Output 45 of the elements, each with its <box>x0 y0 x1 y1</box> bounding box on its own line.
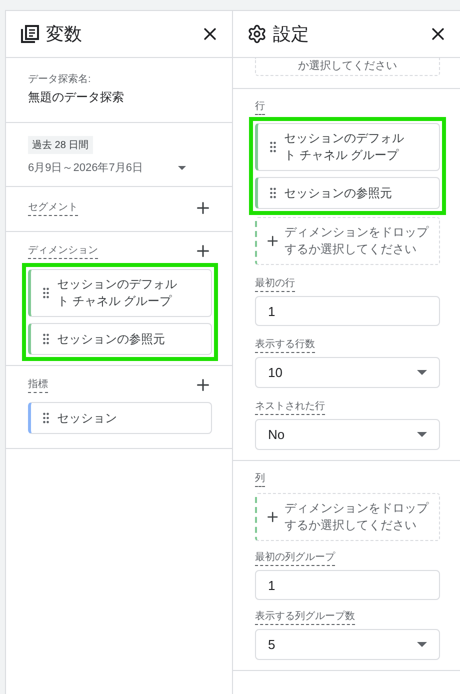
chip-label: セッション <box>57 410 118 426</box>
dropdown-caret-icon <box>417 370 427 375</box>
add-icon[interactable] <box>194 376 212 394</box>
dropdown-select[interactable]: 5 <box>255 629 440 660</box>
exploration-name: 無題のデータ探索 <box>28 89 125 106</box>
field-label: データ探索名: <box>28 72 92 86</box>
settings-icon <box>247 24 267 44</box>
date-range-picker[interactable]: 6月9日～2026年7月6日 <box>28 160 186 175</box>
dimension-chip[interactable]: セッションの参照元 <box>255 177 440 209</box>
add-icon[interactable] <box>194 242 212 260</box>
section-label: 指標 <box>28 377 48 393</box>
plus-icon <box>265 509 280 525</box>
field-label: 表示する列グループ数 <box>255 609 355 625</box>
chip-label: セッションのデフォルト チャネル グループ <box>57 276 178 310</box>
plus-icon <box>265 233 280 249</box>
dimension-drop-zone[interactable]: か選択してください <box>255 58 440 76</box>
panel-title: 設定 <box>273 23 310 46</box>
dimension-chip[interactable]: セッションのデフォルト チャネル グループ <box>255 123 440 171</box>
section-label: 行 <box>255 99 265 115</box>
field-label: 最初の行 <box>255 276 295 292</box>
dimension-chip[interactable]: セッションのデフォルト チャネル グループ <box>28 269 212 317</box>
dimension-drop-zone[interactable]: ディメンションをドロップするか選択してください <box>255 217 440 265</box>
date-preset-label: 過去 28 日間 <box>28 136 93 154</box>
panel-title: 変数 <box>46 23 83 46</box>
section-label: 列 <box>255 471 265 487</box>
field-label: 最初の列グループ <box>255 550 335 566</box>
dimension-chip[interactable]: セッションの参照元 <box>28 323 212 355</box>
dropdown-caret-icon <box>178 166 186 170</box>
document-icon <box>20 24 40 44</box>
field-label: 表示する行数 <box>255 337 315 353</box>
chip-label: セッションの参照元 <box>57 330 166 348</box>
dropdown-caret-icon <box>417 642 427 647</box>
chip-label: セッションの参照元 <box>284 184 393 202</box>
dropdown-select[interactable]: 10 <box>255 357 440 388</box>
field-label: ネストされた行 <box>255 399 325 415</box>
dropdown-select[interactable]: No <box>255 419 440 450</box>
section-label: セグメント <box>28 200 78 216</box>
chip-label: セッションのデフォルト チャネル グループ <box>284 130 405 164</box>
dimension-drop-zone[interactable]: ディメンションをドロップするか選択してください <box>255 493 440 541</box>
number-input-field[interactable]: 1 <box>255 296 440 326</box>
number-input-field[interactable]: 1 <box>255 570 440 600</box>
add-icon[interactable] <box>194 199 212 217</box>
dimension-chip[interactable]: セッション <box>28 402 212 434</box>
section-label: ディメンション <box>28 243 98 259</box>
dropdown-caret-icon <box>417 432 427 437</box>
